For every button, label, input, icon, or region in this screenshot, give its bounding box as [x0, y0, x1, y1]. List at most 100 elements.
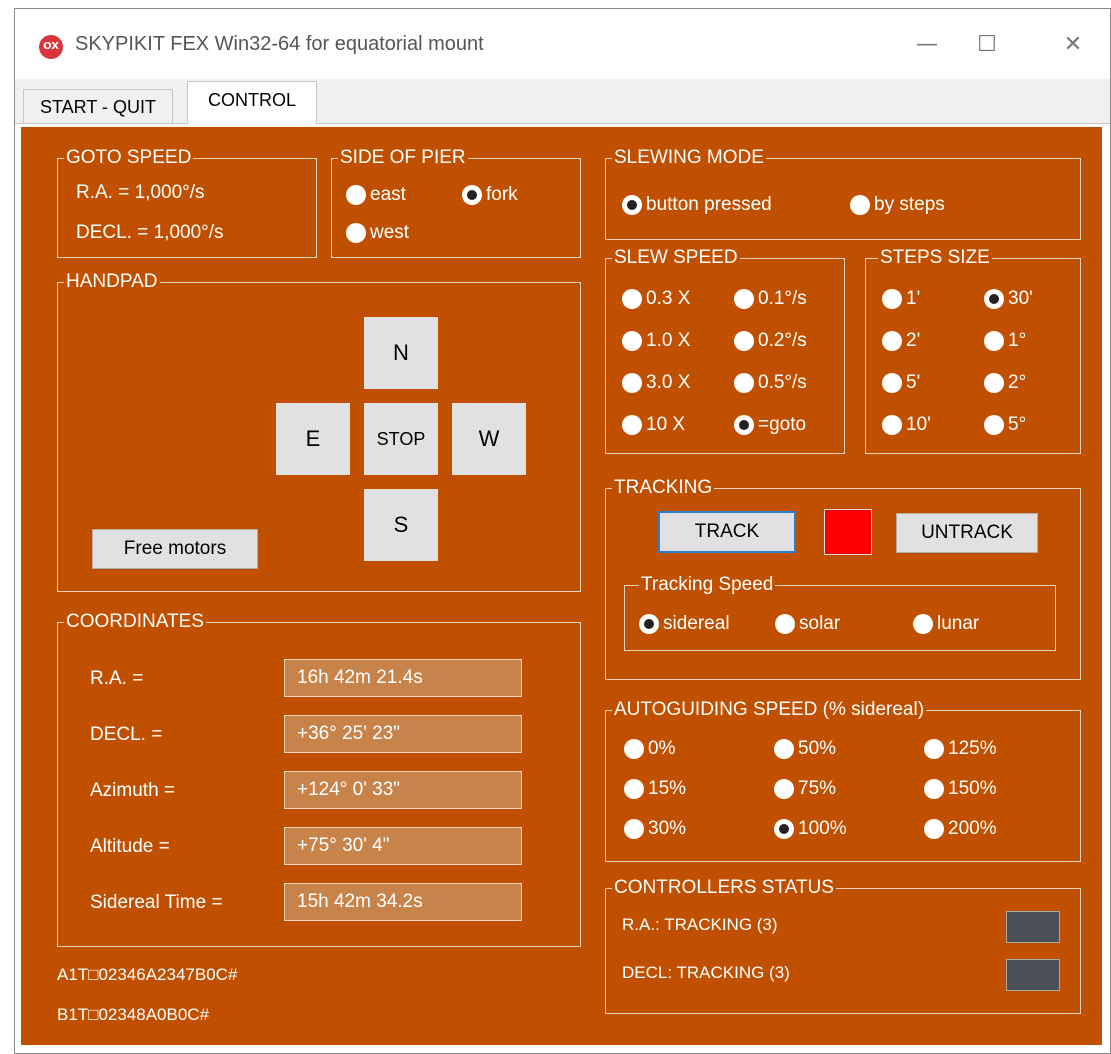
north-button[interactable]: N [364, 317, 438, 389]
by-steps-radio[interactable]: by steps [850, 193, 945, 217]
pier-fork-radio[interactable]: fork [462, 183, 518, 207]
app-icon: OX [39, 35, 63, 59]
goto-speed-group: GOTO SPEED R.A. = 1,000°/s DECL. = 1,000… [57, 146, 317, 258]
radio-label: 0.5°/s [758, 372, 807, 393]
radio-label: 1° [1008, 330, 1027, 351]
step-1-deg-radio[interactable]: 1° [984, 329, 1026, 353]
slew-speed-title: SLEW SPEED [612, 246, 740, 270]
radio-label: 5' [906, 372, 921, 393]
radio-label: west [370, 222, 410, 243]
steps-size-group: STEPS SIZE 1' 30' 2' 1° 5' 2° 10' 5° [865, 246, 1081, 454]
pier-east-radio[interactable]: east [346, 183, 406, 207]
sidereal-time-label: Sidereal Time = [90, 892, 223, 913]
app-window: OX SKYPIKIT FEX Win32-64 for equatorial … [14, 8, 1111, 1054]
autoguiding-speed-group: AUTOGUIDING SPEED (% sidereal) 0% 50% 12… [605, 698, 1081, 862]
decl-status-text: DECL: TRACKING (3) [622, 963, 790, 982]
slewing-mode-group: SLEWING MODE button pressed by steps [605, 146, 1081, 240]
tab-strip: START - QUIT CONTROL [15, 79, 1110, 124]
step-5-deg-radio[interactable]: 5° [984, 413, 1026, 437]
guide-200-radio[interactable]: 200% [924, 817, 997, 841]
maximize-button[interactable]: ☐ [967, 27, 1007, 63]
guide-150-radio[interactable]: 150% [924, 777, 997, 801]
stop-button[interactable]: STOP [364, 403, 438, 475]
radio-label: 150% [948, 778, 997, 799]
pier-west-radio[interactable]: west [346, 221, 409, 245]
radio-circle-icon [984, 415, 1004, 435]
radio-label: 1.0 X [646, 330, 691, 351]
guide-100-radio[interactable]: 100% [774, 817, 847, 841]
step-10-min-radio[interactable]: 10' [882, 413, 931, 437]
slew-0-2-deg-radio[interactable]: 0.2°/s [734, 329, 807, 353]
solar-radio[interactable]: solar [775, 612, 840, 636]
guide-75-radio[interactable]: 75% [774, 777, 836, 801]
controllers-status-group: CONTROLLERS STATUS R.A.: TRACKING (3) DE… [605, 876, 1081, 1014]
track-button[interactable]: TRACK [658, 511, 796, 553]
radio-label: solar [799, 613, 841, 634]
radio-label: 10 X [646, 414, 686, 435]
radio-label: 0.1°/s [758, 288, 807, 309]
button-pressed-radio[interactable]: button pressed [622, 193, 772, 217]
goto-speed-decl: DECL. = 1,000°/s [76, 222, 224, 243]
step-2-min-radio[interactable]: 2' [882, 329, 920, 353]
guide-50-radio[interactable]: 50% [774, 737, 836, 761]
step-2-deg-radio[interactable]: 2° [984, 371, 1026, 395]
sidereal-time-field: 15h 42m 34.2s [284, 883, 522, 921]
radio-circle-icon [346, 223, 366, 243]
radio-label: by steps [874, 194, 945, 215]
radio-label: east [370, 184, 406, 205]
serial-line-2: B1T□02348A0B0C# [57, 1005, 210, 1024]
radio-label: 5° [1008, 414, 1027, 435]
radio-circle-icon [882, 415, 902, 435]
guide-0-radio[interactable]: 0% [624, 737, 675, 761]
radio-circle-icon [913, 614, 933, 634]
radio-label: 30% [648, 818, 687, 839]
sidereal-radio[interactable]: sidereal [639, 612, 730, 636]
lunar-radio[interactable]: lunar [913, 612, 979, 636]
radio-label: 2' [906, 330, 921, 351]
radio-selected-icon [639, 614, 659, 634]
slew-1-0x-radio[interactable]: 1.0 X [622, 329, 690, 353]
ra-status-indicator [1006, 911, 1060, 943]
guide-15-radio[interactable]: 15% [624, 777, 686, 801]
free-motors-button[interactable]: Free motors [92, 529, 258, 569]
slew-10x-radio[interactable]: 10 X [622, 413, 685, 437]
guide-125-radio[interactable]: 125% [924, 737, 997, 761]
slew-0-1-deg-radio[interactable]: 0.1°/s [734, 287, 807, 311]
ra-status-text: R.A.: TRACKING (3) [622, 915, 778, 934]
tab-start-quit[interactable]: START - QUIT [23, 89, 174, 123]
radio-circle-icon [984, 373, 1004, 393]
radio-selected-icon [774, 819, 794, 839]
radio-circle-icon [774, 779, 794, 799]
radio-label: 10' [906, 414, 931, 435]
autoguiding-speed-title: AUTOGUIDING SPEED (% sidereal) [612, 698, 927, 722]
minimize-button[interactable]: — [907, 27, 947, 63]
slew-goto-radio[interactable]: =goto [734, 413, 806, 437]
radio-label: 3.0 X [646, 372, 691, 393]
radio-label: 50% [798, 738, 837, 759]
step-1-min-radio[interactable]: 1' [882, 287, 920, 311]
radio-circle-icon [734, 289, 754, 309]
tracking-title: TRACKING [612, 476, 715, 500]
radio-circle-icon [624, 819, 644, 839]
radio-selected-icon [734, 415, 754, 435]
side-of-pier-title: SIDE OF PIER [338, 146, 468, 170]
slew-0-5-deg-radio[interactable]: 0.5°/s [734, 371, 807, 395]
radio-circle-icon [734, 373, 754, 393]
tab-control[interactable]: CONTROL [187, 81, 318, 124]
west-button[interactable]: W [452, 403, 526, 475]
step-5-min-radio[interactable]: 5' [882, 371, 920, 395]
step-30-min-radio[interactable]: 30' [984, 287, 1033, 311]
close-button[interactable]: ✕ [1053, 27, 1093, 63]
guide-30-radio[interactable]: 30% [624, 817, 686, 841]
radio-selected-icon [462, 185, 482, 205]
slew-0-3x-radio[interactable]: 0.3 X [622, 287, 690, 311]
side-of-pier-group: SIDE OF PIER east fork west [331, 146, 581, 258]
radio-label: 30' [1008, 288, 1033, 309]
radio-label: 0% [648, 738, 676, 759]
south-button[interactable]: S [364, 489, 438, 561]
east-button[interactable]: E [276, 403, 350, 475]
slew-3-0x-radio[interactable]: 3.0 X [622, 371, 690, 395]
untrack-button[interactable]: UNTRACK [896, 513, 1038, 553]
radio-selected-icon [984, 289, 1004, 309]
control-panel: GOTO SPEED R.A. = 1,000°/s DECL. = 1,000… [21, 127, 1102, 1045]
